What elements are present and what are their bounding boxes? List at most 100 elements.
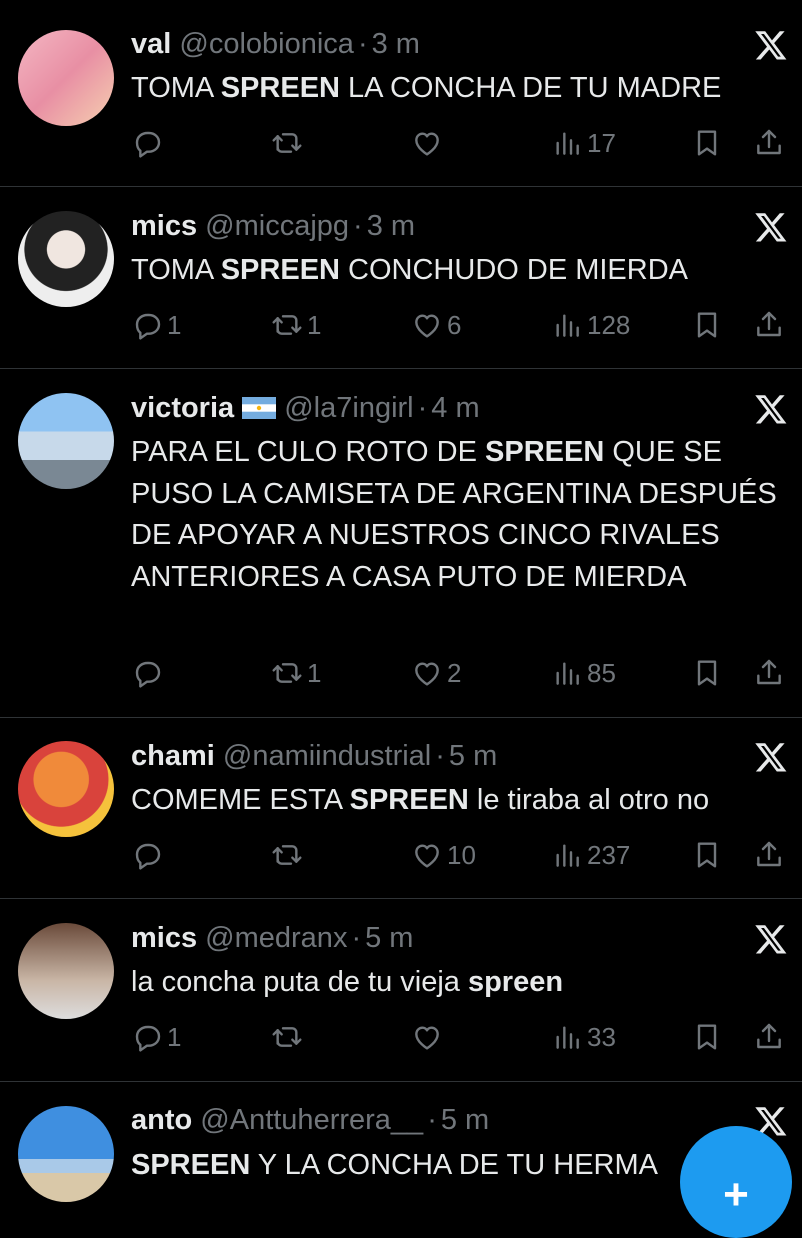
plus-icon: + (723, 1170, 749, 1219)
bookmark-button[interactable] (691, 305, 723, 345)
repost-button[interactable]: 1 (271, 305, 321, 345)
repost-button[interactable] (271, 1017, 307, 1057)
views-icon (551, 1021, 583, 1053)
bookmark-button[interactable] (691, 653, 723, 693)
repost-count: 1 (307, 309, 322, 340)
avatar[interactable] (18, 30, 114, 126)
display-name[interactable]: mics (131, 922, 197, 954)
tweet-text-highlight: SPREEN (131, 1149, 251, 1181)
reply-button[interactable] (131, 835, 167, 875)
tweet-text: TOMA SPREEN CONCHUDO DE MIERDA (131, 250, 778, 292)
separator: · (353, 210, 363, 242)
share-button[interactable] (753, 653, 785, 693)
argentina-flag-icon (242, 392, 277, 419)
tweet-text-highlight: SPREEN (485, 436, 605, 468)
tweet-actions: 1 33 (131, 1017, 791, 1057)
reply-button[interactable] (131, 653, 167, 693)
heart-icon (411, 657, 443, 689)
heart-icon (411, 127, 443, 159)
like-count: 6 (447, 309, 462, 340)
like-button[interactable]: 2 (411, 653, 461, 693)
tweet-header: val @colobionica · 3 m (131, 26, 732, 62)
repost-button[interactable] (271, 835, 307, 875)
views-icon (551, 309, 583, 341)
separator: · (357, 28, 368, 60)
repost-button[interactable] (271, 123, 307, 163)
user-handle[interactable]: @namiindustrial (223, 740, 431, 772)
avatar[interactable] (18, 1106, 114, 1202)
repost-icon (271, 127, 303, 159)
separator: · (351, 922, 362, 954)
avatar[interactable] (18, 211, 114, 307)
reply-button[interactable]: 1 (131, 1017, 181, 1057)
reply-button[interactable]: 1 (131, 305, 181, 345)
repost-button[interactable]: 1 (271, 653, 321, 693)
divider (0, 368, 802, 369)
user-handle[interactable]: @medranx (205, 922, 347, 954)
bookmark-button[interactable] (691, 1017, 723, 1057)
compose-button[interactable]: + (680, 1126, 792, 1238)
display-name[interactable]: mics (131, 210, 197, 242)
timestamp[interactable]: 5 m (449, 740, 497, 772)
tweet-text: la concha puta de tu vieja spreen (131, 962, 778, 1004)
tweet-text: SPREEN Y LA CONCHA DE TU HERMA (131, 1145, 682, 1187)
display-name[interactable]: val (131, 28, 171, 60)
heart-icon (411, 1021, 443, 1053)
user-handle[interactable]: @colobionica (179, 28, 354, 60)
avatar[interactable] (18, 393, 114, 489)
timestamp[interactable]: 5 m (441, 1104, 489, 1136)
avatar[interactable] (18, 923, 114, 1019)
tweet-header: mics @miccajpg · 3 m (131, 208, 732, 244)
reply-button[interactable] (131, 123, 167, 163)
views-count: 237 (587, 839, 631, 870)
divider (0, 717, 802, 718)
bookmark-icon (691, 657, 723, 689)
reply-icon (131, 839, 163, 871)
display-name[interactable]: chami (131, 740, 215, 772)
tweet-text-before: PARA EL CULO ROTO DE (131, 436, 486, 468)
repost-icon (271, 309, 303, 341)
tweet-text-before: TOMA (131, 72, 221, 104)
timestamp[interactable]: 3 m (372, 28, 420, 60)
share-button[interactable] (753, 835, 785, 875)
reply-icon (131, 657, 163, 689)
views-button[interactable]: 237 (551, 835, 630, 875)
heart-icon (411, 839, 443, 871)
share-button[interactable] (753, 1017, 785, 1057)
separator: · (435, 740, 445, 772)
avatar[interactable] (18, 741, 114, 837)
bookmark-icon (691, 839, 723, 871)
user-handle[interactable]: @miccajpg (205, 210, 349, 242)
tweet-header: chami @namiindustrial · 5 m (131, 738, 732, 774)
display-name[interactable]: victoria (131, 392, 234, 424)
like-button[interactable]: 10 (411, 835, 476, 875)
user-handle[interactable]: @Anttuherrera__ (200, 1104, 423, 1136)
tweet-text-highlight: spreen (467, 966, 564, 998)
reply-count: 1 (167, 1021, 182, 1052)
timestamp[interactable]: 5 m (365, 922, 413, 954)
display-name[interactable]: anto (131, 1104, 192, 1136)
views-button[interactable]: 33 (551, 1017, 616, 1057)
tweet-actions: 1 2 85 (131, 653, 791, 693)
tweet-actions: 17 (131, 123, 791, 163)
user-handle[interactable]: @la7ingirl (284, 392, 413, 424)
share-button[interactable] (753, 123, 785, 163)
tweet-text-highlight: SPREEN (220, 72, 340, 104)
like-button[interactable] (411, 123, 447, 163)
share-button[interactable] (753, 305, 785, 345)
views-button[interactable]: 17 (551, 123, 616, 163)
views-button[interactable]: 85 (551, 653, 616, 693)
like-button[interactable]: 6 (411, 305, 461, 345)
tweet-actions: 10 237 (131, 835, 791, 875)
like-button[interactable] (411, 1017, 447, 1057)
bookmark-button[interactable] (691, 835, 723, 875)
timestamp[interactable]: 3 m (367, 210, 415, 242)
like-count: 2 (447, 657, 462, 688)
timestamp[interactable]: 4 m (431, 392, 479, 424)
bookmark-button[interactable] (691, 123, 723, 163)
views-button[interactable]: 128 (551, 305, 630, 345)
bookmark-icon (691, 309, 723, 341)
tweet-text-before: TOMA (131, 254, 221, 286)
share-icon (753, 657, 785, 689)
reply-count: 1 (167, 309, 182, 340)
